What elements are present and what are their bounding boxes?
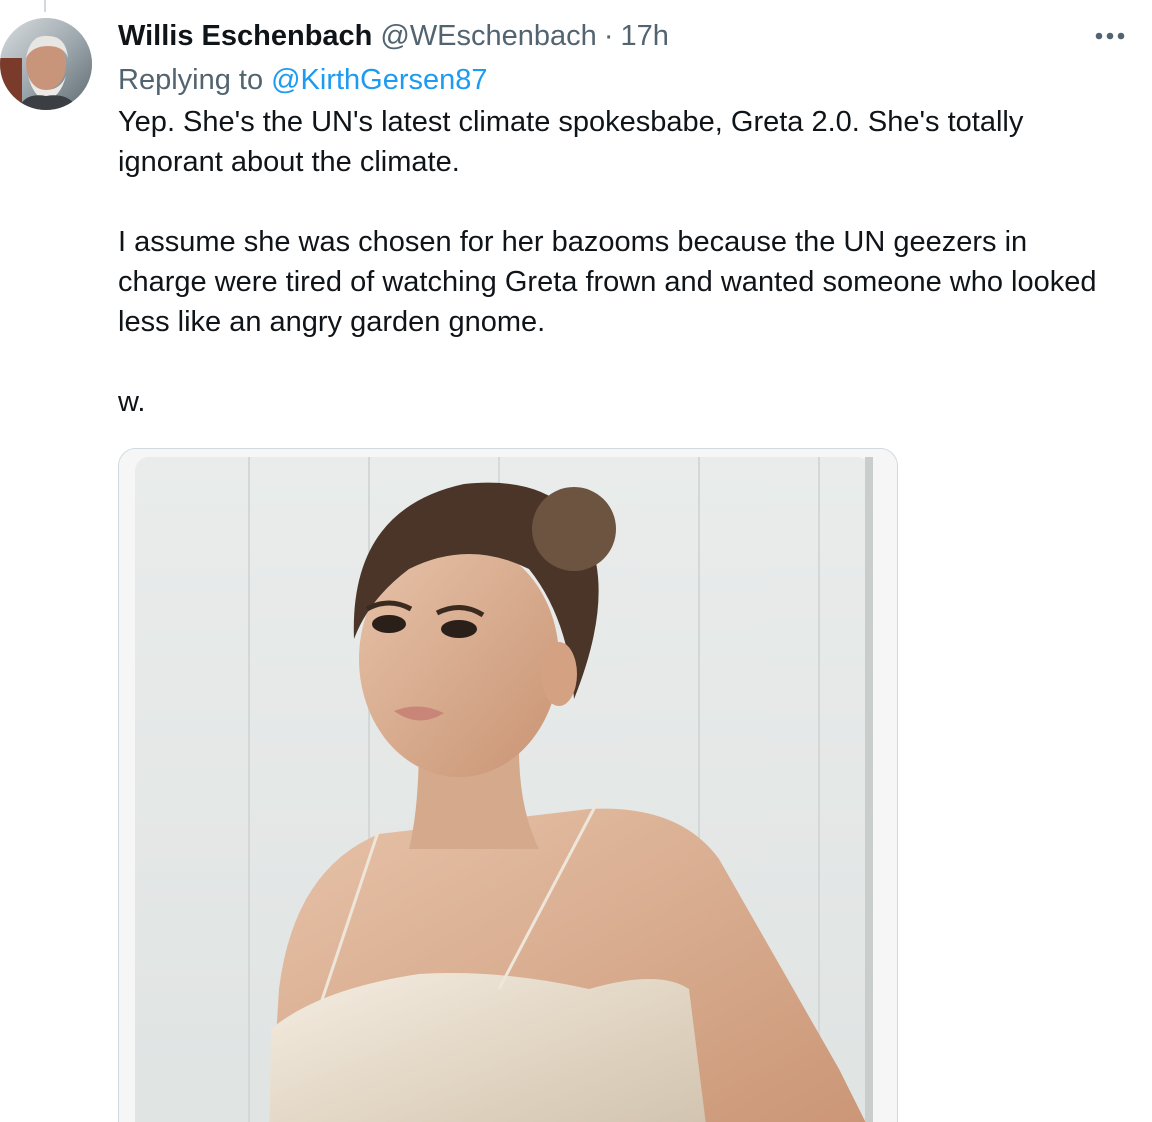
replying-to-handle-link[interactable]: @KirthGersen87 [271, 64, 487, 97]
author-handle[interactable]: @WEschenbach [380, 20, 596, 53]
tweet-text: Yep. She's the UN's latest climate spoke… [118, 102, 1108, 422]
tweet-paragraph: Yep. She's the UN's latest climate spoke… [118, 106, 1024, 178]
replying-to: Replying to @KirthGersen87 [118, 60, 488, 100]
avatar[interactable] [0, 18, 92, 110]
more-horizontal-icon [1095, 32, 1125, 40]
thread-connector-line [44, 0, 46, 12]
attached-photo [119, 449, 897, 1122]
tweet-paragraph: I assume she was chosen for her bazooms … [118, 226, 1097, 338]
author-display-name[interactable]: Willis Eschenbach [118, 20, 372, 53]
tweet-media-card[interactable] [118, 448, 898, 1122]
tweet-timestamp[interactable]: 17h [620, 20, 668, 53]
replying-to-label: Replying to [118, 63, 264, 96]
header-separator: · [603, 19, 614, 52]
tweet-header: Willis Eschenbach @WEschenbach · 17h [118, 16, 1098, 56]
avatar-photo [0, 18, 92, 110]
more-options-button[interactable] [1086, 20, 1134, 52]
tweet-paragraph: w. [118, 386, 146, 418]
